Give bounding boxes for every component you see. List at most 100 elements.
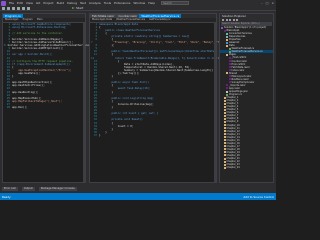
collapse-icon[interactable] <box>232 18 235 21</box>
start-label: Start <box>76 6 84 10</box>
minimize-icon[interactable]: – <box>261 1 263 5</box>
menu-item-edit[interactable]: Edit <box>17 1 23 6</box>
menu-item-window[interactable]: Window <box>133 1 145 6</box>
undo-icon[interactable] <box>22 6 25 10</box>
file-icon <box>228 47 231 50</box>
menu-item-project[interactable]: Project <box>43 1 53 6</box>
solution-explorer: Solution Explorer Search Solution Explor… <box>219 13 274 183</box>
left-scrollbar[interactable] <box>83 22 85 182</box>
file-icon <box>223 157 226 160</box>
nav-dropdown[interactable]: Program <box>23 18 33 21</box>
menu-item-help[interactable]: Help <box>148 1 155 6</box>
code-line: 37} <box>91 134 216 137</box>
code-text: var app = builder.Build(); <box>12 53 53 57</box>
menu-item-build[interactable]: Build <box>57 1 65 6</box>
back-icon[interactable] <box>2 6 5 10</box>
left-code-area[interactable]: 1 using Microsoft.AspNetCore.Components; 2… <box>3 23 95 110</box>
menu-item-analyze[interactable]: Analyze <box>89 1 101 6</box>
tree-item-label: WeatherForecastService.cs <box>231 50 263 54</box>
menu-item-extensions[interactable]: Extensions <box>114 1 130 6</box>
code-text: app.MapFallbackToPage("/_Host"); <box>12 99 62 103</box>
solution-search-input[interactable]: Search Solution Explorer (Ctrl+;) <box>221 22 272 26</box>
settings-icon[interactable] <box>236 18 238 21</box>
line-number: 37 <box>93 133 97 137</box>
file-icon <box>223 29 226 32</box>
code-text: } <box>12 75 14 79</box>
search-input[interactable]: Search <box>161 1 190 5</box>
file-icon <box>228 56 231 59</box>
center-code-area[interactable]: 1 namespace BlazorApp1.Data 2{3 public cla… <box>90 22 241 137</box>
code-text: public int Count { get; set; } <box>99 112 159 116</box>
nav-dropdown[interactable]: WeatherForecastService <box>116 18 145 21</box>
file-icon <box>228 63 231 66</box>
tree-item[interactable]: Chapter_24 <box>220 166 273 169</box>
file-icon <box>223 166 226 169</box>
source-control-button[interactable]: Add to Source Control <box>243 195 274 199</box>
nav-dropdown[interactable]: BlazorApp1.Data <box>92 18 112 21</box>
menu-item-file[interactable]: File <box>9 1 14 6</box>
code-text: } <box>99 90 114 94</box>
file-icon <box>223 160 226 163</box>
status-ready: Ready <box>2 194 11 199</box>
code-text: } <box>99 106 114 110</box>
file-icon <box>223 142 226 145</box>
vs-logo-icon <box>1 0 6 6</box>
refresh-icon[interactable] <box>229 18 231 21</box>
file-icon <box>221 26 223 29</box>
file-icon <box>223 105 226 108</box>
code-text: using Microsoft.Extensions.Hosting; <box>12 25 67 29</box>
file-icon <box>228 75 231 78</box>
start-debug-button[interactable]: Start <box>72 6 83 10</box>
toolbar: Start <box>0 6 276 11</box>
nav-dropdown[interactable]: GetForecastAsync <box>149 18 171 21</box>
forward-icon[interactable] <box>7 6 10 10</box>
nav-dropdown[interactable]: Main <box>37 18 43 21</box>
code-text: public class WeatherForecastService <box>99 28 160 32</box>
status-bar: Ready Add to Source Control <box>0 193 276 200</box>
close-icon[interactable]: × <box>271 1 274 5</box>
save-all-icon[interactable] <box>17 6 20 10</box>
solution-tree: Solution 'BlazorApp1' (1 of 1 project) Bl… <box>220 26 273 169</box>
left-editor: Program.cs BlazorApp1 Program Main 1 using … <box>2 13 95 183</box>
sync-icon[interactable] <box>225 18 228 21</box>
file-icon <box>223 102 226 105</box>
menu-item-tools[interactable]: Tools <box>104 1 111 6</box>
file-icon <box>223 96 226 99</box>
file-icon <box>226 90 228 93</box>
file-icon <box>223 133 226 136</box>
menu-item-debug[interactable]: Debug <box>67 1 77 6</box>
menu-item-view[interactable]: View <box>26 1 33 6</box>
save-icon[interactable] <box>12 6 15 10</box>
menu-item-test[interactable]: Test <box>80 1 86 6</box>
tab-error-list[interactable]: Error List <box>2 186 18 191</box>
file-icon <box>223 120 226 123</box>
code-text: app.UseHsts(); <box>12 72 41 75</box>
redo-icon[interactable] <box>27 6 30 10</box>
code-text: builder.Services.AddHttpClient(); <box>12 47 64 51</box>
menu-bar: File Edit View Git Project Build Debug Test Anal… <box>9 1 155 6</box>
home-icon[interactable] <box>222 18 224 21</box>
nav-dropdown[interactable]: BlazorApp1 <box>5 18 19 21</box>
file-icon <box>226 41 228 44</box>
window-controls: – □ × <box>261 1 274 5</box>
menu-item-git[interactable]: Git <box>36 1 40 6</box>
solution-explorer-toolbar <box>220 18 273 22</box>
code-text: app.Run(); <box>12 106 28 110</box>
code-text: namespace BlazorApp1.Data <box>99 22 139 26</box>
file-icon <box>226 35 228 38</box>
center-scrollbar[interactable] <box>214 22 216 182</box>
tree-item-label: Chapter_24 <box>226 166 240 170</box>
line-number: 28 <box>6 106 10 110</box>
file-icon <box>223 108 226 111</box>
file-icon <box>223 99 226 102</box>
tab-output[interactable]: Output <box>21 186 35 191</box>
code-text: } <box>99 133 101 137</box>
code-text: } <box>99 75 114 79</box>
tab-package-manager-console[interactable]: Package Manager Console <box>38 186 77 191</box>
file-icon <box>228 66 231 69</box>
maximize-icon[interactable]: □ <box>266 1 269 5</box>
file-icon <box>223 114 226 117</box>
code-text: }; <box>99 44 115 48</box>
play-icon <box>72 7 75 9</box>
code-text: // Add services to the container. <box>12 31 64 35</box>
